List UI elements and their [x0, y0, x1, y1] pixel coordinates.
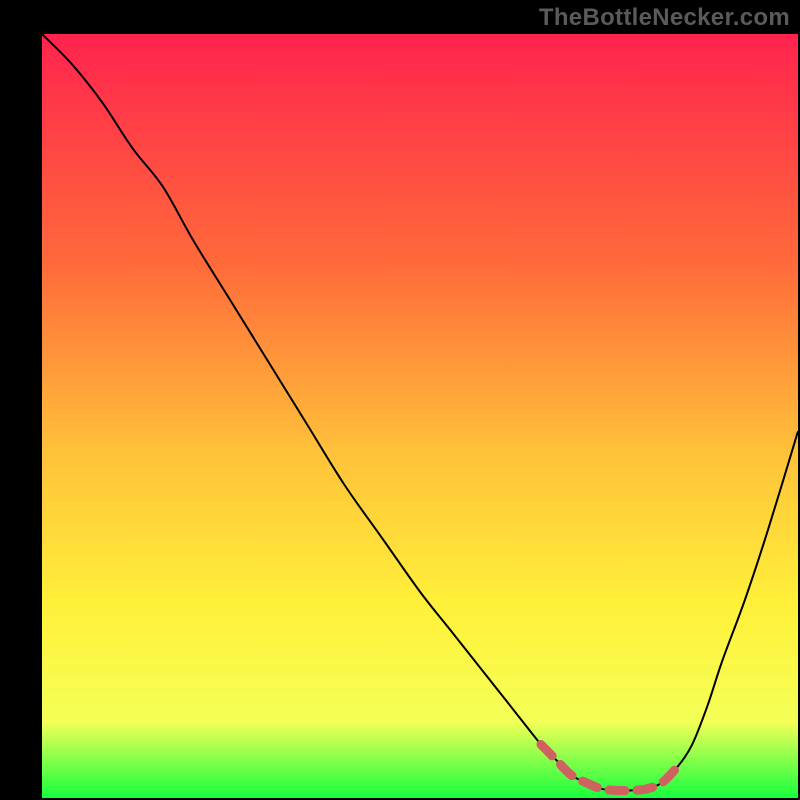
- chart-frame: { "watermark": "TheBottleNecker.com", "c…: [0, 0, 800, 800]
- bottleneck-chart: [0, 0, 800, 800]
- gradient-background: [42, 34, 798, 798]
